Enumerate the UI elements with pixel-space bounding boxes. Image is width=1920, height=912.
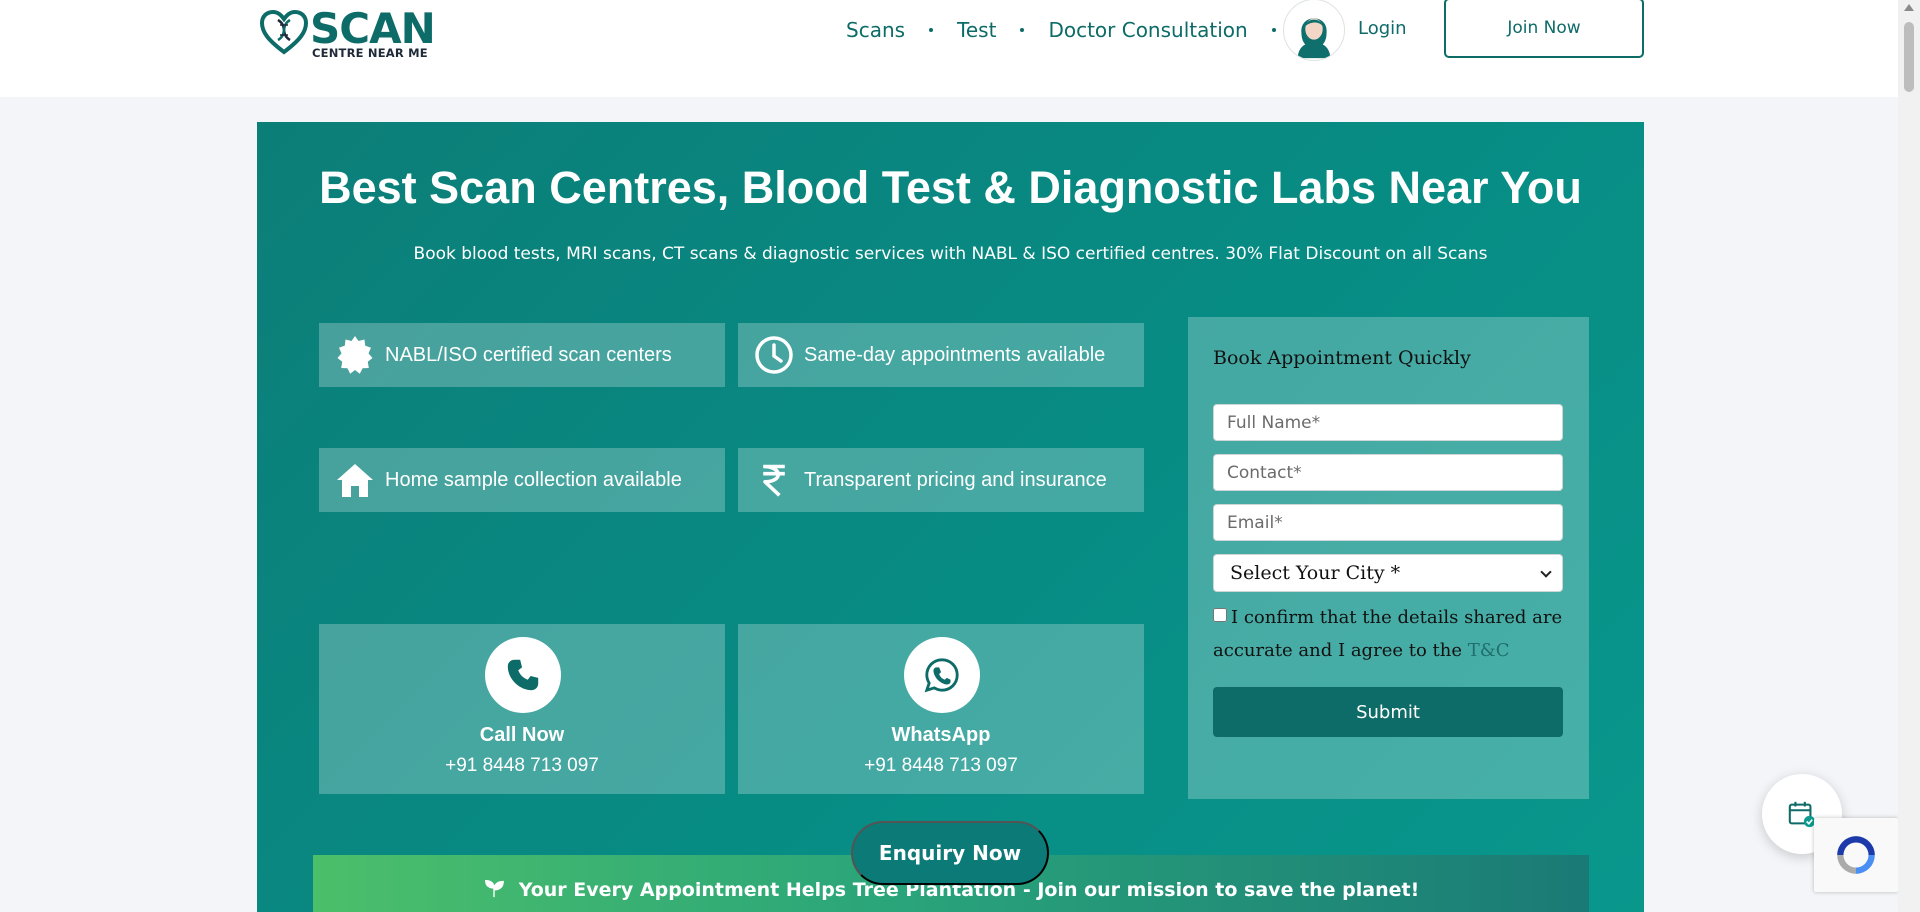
hero-subtitle: Book blood tests, MRI scans, CT scans & … bbox=[413, 244, 1488, 264]
scroll-up-arrow-icon[interactable] bbox=[1904, 4, 1914, 11]
site-logo[interactable]: SCAN CENTRE NEAR ME bbox=[258, 4, 438, 60]
email-input[interactable] bbox=[1213, 504, 1563, 541]
call-now-number: +91 8448 713 097 bbox=[445, 755, 599, 776]
city-select-value: Select Your City * bbox=[1230, 562, 1401, 584]
submit-button[interactable]: Submit bbox=[1213, 687, 1563, 737]
feature-text: Transparent pricing and insurance bbox=[804, 468, 1107, 491]
phone-icon bbox=[485, 637, 561, 713]
clock-icon bbox=[754, 335, 794, 375]
recaptcha-icon bbox=[1837, 836, 1875, 874]
heart-dna-logo-icon bbox=[259, 9, 309, 55]
hero-section: Best Scan Centres, Blood Test & Diagnost… bbox=[257, 122, 1644, 912]
whatsapp-number: +91 8448 713 097 bbox=[864, 755, 1018, 776]
confirm-checkbox[interactable] bbox=[1213, 608, 1227, 622]
confirm-text: I confirm that the details shared are ac… bbox=[1213, 607, 1563, 661]
call-now-title: Call Now bbox=[479, 724, 565, 746]
scrollbar-thumb[interactable] bbox=[1904, 22, 1914, 92]
home-icon bbox=[335, 460, 375, 500]
nav-scans[interactable]: Scans bbox=[846, 18, 905, 42]
nav-separator bbox=[1020, 28, 1025, 32]
badge-icon bbox=[335, 335, 375, 375]
full-name-input[interactable] bbox=[1213, 404, 1563, 441]
recaptcha-badge[interactable] bbox=[1814, 818, 1898, 892]
contact-input[interactable] bbox=[1213, 454, 1563, 491]
feature-text: NABL/ISO certified scan centers bbox=[385, 343, 672, 366]
nav-separator bbox=[1271, 28, 1276, 32]
city-select[interactable]: Select Your City * bbox=[1213, 554, 1563, 592]
terms-link[interactable]: T&C bbox=[1468, 640, 1510, 661]
feature-home-collection: Home sample collection available bbox=[319, 448, 725, 512]
feature-same-day: Same-day appointments available bbox=[738, 323, 1144, 387]
page-scrollbar[interactable] bbox=[1898, 0, 1920, 912]
logo-subtext: CENTRE NEAR ME bbox=[312, 46, 428, 60]
call-now-card[interactable]: Call Now +91 8448 713 097 bbox=[319, 624, 725, 794]
nav-separator bbox=[929, 28, 934, 32]
feature-pricing: Transparent pricing and insurance bbox=[738, 448, 1144, 512]
feature-certified: NABL/ISO certified scan centers bbox=[319, 323, 725, 387]
login-link[interactable]: Login bbox=[1358, 18, 1407, 39]
hero-title: Best Scan Centres, Blood Test & Diagnost… bbox=[319, 162, 1582, 213]
whatsapp-icon bbox=[904, 637, 980, 713]
main-nav: Scans Test Doctor Consultation bbox=[846, 16, 1300, 44]
nav-doctor-consultation[interactable]: Doctor Consultation bbox=[1048, 18, 1247, 42]
appointment-form: Book Appointment Quickly Select Your Cit… bbox=[1188, 317, 1589, 799]
whatsapp-card[interactable]: WhatsApp +91 8448 713 097 bbox=[738, 624, 1144, 794]
join-now-button[interactable]: Join Now bbox=[1444, 0, 1644, 58]
feature-text: Home sample collection available bbox=[385, 468, 682, 491]
whatsapp-title: WhatsApp bbox=[891, 724, 991, 746]
rupee-icon bbox=[754, 460, 794, 500]
site-header: SCAN CENTRE NEAR ME Scans Test Doctor Co… bbox=[0, 0, 1898, 97]
confirm-consent: I confirm that the details shared are ac… bbox=[1213, 601, 1563, 667]
enquiry-now-button[interactable]: Enquiry Now bbox=[851, 821, 1049, 885]
user-avatar-icon[interactable] bbox=[1283, 0, 1345, 61]
seedling-icon bbox=[484, 879, 504, 898]
chevron-down-icon bbox=[1540, 566, 1552, 578]
nav-test[interactable]: Test bbox=[957, 18, 996, 42]
form-title: Book Appointment Quickly bbox=[1213, 347, 1471, 369]
feature-text: Same-day appointments available bbox=[804, 343, 1106, 366]
